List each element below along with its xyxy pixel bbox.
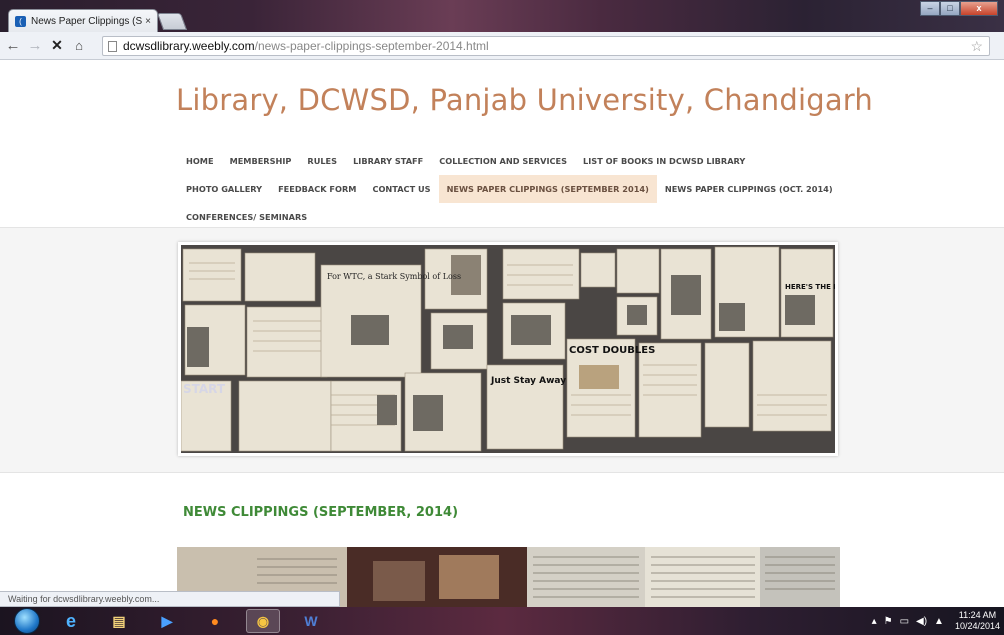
browser-titlebar: ( News Paper Clippings (Se × – □ x (0, 0, 1004, 32)
firefox-icon[interactable]: ● (198, 609, 232, 633)
show-hidden-icons-icon[interactable]: ▴ (872, 616, 877, 627)
nav-feedback-form[interactable]: FEEDBACK FORM (270, 175, 364, 203)
nav-membership[interactable]: MEMBERSHIP (222, 147, 300, 175)
banner-headline-start: START (183, 382, 226, 396)
browser-tab[interactable]: ( News Paper Clippings (Se × (8, 9, 158, 32)
newspaper-banner-image: For WTC, a Stark Symbol of Loss COST DOU… (178, 242, 838, 456)
nav-clippings-september[interactable]: NEWS PAPER CLIPPINGS (SEPTEMBER 2014) (438, 175, 657, 203)
home-icon[interactable]: ⌂ (70, 38, 88, 53)
address-bar[interactable]: dcwsdlibrary.weebly.com/news-paper-clipp… (102, 36, 990, 56)
banner-headline-cost: COST DOUBLES (569, 345, 655, 356)
media-player-icon[interactable]: ▶ (150, 609, 184, 633)
back-arrow-icon[interactable]: ← (4, 37, 22, 54)
maximize-button[interactable]: □ (940, 1, 960, 16)
nav-list-of-books[interactable]: LIST OF BOOKS IN DCWSD LIBRARY (575, 147, 753, 175)
tab-close-icon[interactable]: × (145, 16, 151, 27)
web-page: Library, DCWSD, Panjab University, Chand… (0, 61, 1004, 607)
window-controls: – □ x (920, 1, 998, 16)
nav-clippings-october[interactable]: NEWS PAPER CLIPPINGS (OCT. 2014) (657, 175, 841, 203)
nav-row-2: PHOTO GALLERY FEEDBACK FORM CONTACT US N… (178, 175, 838, 203)
banner-headline-stay-away: Just Stay Away (490, 376, 566, 386)
minimize-button[interactable]: – (920, 1, 940, 16)
clock[interactable]: 11:24 AM 10/24/2014 (955, 610, 1000, 632)
url-host: dcwsdlibrary.weebly.com (123, 39, 255, 53)
file-explorer-icon[interactable]: ▤ (102, 609, 136, 633)
forward-arrow-icon[interactable]: → (26, 37, 44, 54)
close-window-button[interactable]: x (960, 1, 998, 16)
site-title[interactable]: Library, DCWSD, Panjab University, Chand… (176, 83, 873, 117)
nav-collection-services[interactable]: COLLECTION AND SERVICES (431, 147, 575, 175)
clock-time: 11:24 AM (958, 610, 997, 620)
page-icon (108, 40, 117, 52)
bookmark-star-icon[interactable]: ☆ (970, 38, 983, 55)
flag-icon[interactable]: ⚑ (884, 616, 893, 627)
url-path: /news-paper-clippings-september-2014.htm… (254, 39, 489, 53)
newspaper-collage: For WTC, a Stark Symbol of Loss COST DOU… (181, 245, 835, 453)
nav-photo-gallery[interactable]: PHOTO GALLERY (178, 175, 270, 203)
weebly-favicon-icon: ( (15, 15, 26, 27)
nav-home[interactable]: HOME (178, 147, 222, 175)
new-tab-button[interactable] (156, 13, 188, 30)
banner-headline-plan: HERE'S THE PLAN (785, 283, 835, 291)
drive-icon[interactable]: ▲ (934, 616, 944, 627)
nav-row-1: HOME MEMBERSHIP RULES LIBRARY STAFF COLL… (178, 147, 838, 175)
nav-library-staff[interactable]: LIBRARY STAFF (345, 147, 431, 175)
stop-icon[interactable]: ✕ (48, 37, 66, 54)
nav-rules[interactable]: RULES (299, 147, 345, 175)
chrome-icon[interactable]: ◉ (246, 609, 280, 633)
main-nav: HOME MEMBERSHIP RULES LIBRARY STAFF COLL… (178, 147, 838, 231)
clock-date: 10/24/2014 (954, 621, 1000, 631)
system-tray: ▴ ⚑ ▭ ◀) ▲ 11:24 AM 10/24/2014 (872, 607, 1000, 635)
status-bubble: Waiting for dcwsdlibrary.weebly.com... (0, 591, 340, 607)
volume-icon[interactable]: ◀) (916, 616, 927, 627)
section-heading: NEWS CLIPPINGS (SEPTEMBER, 2014) (183, 505, 459, 520)
browser-toolbar: ← → ✕ ⌂ dcwsdlibrary.weebly.com/news-pap… (0, 32, 1004, 60)
banner-headline-wtc: For WTC, a Stark Symbol of Loss (327, 272, 461, 281)
windows-taskbar: e ▤ ▶ ● ◉ W ▴ ⚑ ▭ ◀) ▲ 11:24 AM 10/24/20… (0, 607, 1004, 635)
word-icon[interactable]: W (294, 609, 328, 633)
nav-contact-us[interactable]: CONTACT US (364, 175, 438, 203)
tab-title: News Paper Clippings (Se (31, 15, 143, 27)
network-icon[interactable]: ▭ (900, 616, 909, 627)
internet-explorer-icon[interactable]: e (54, 609, 88, 633)
start-button[interactable] (14, 608, 40, 634)
